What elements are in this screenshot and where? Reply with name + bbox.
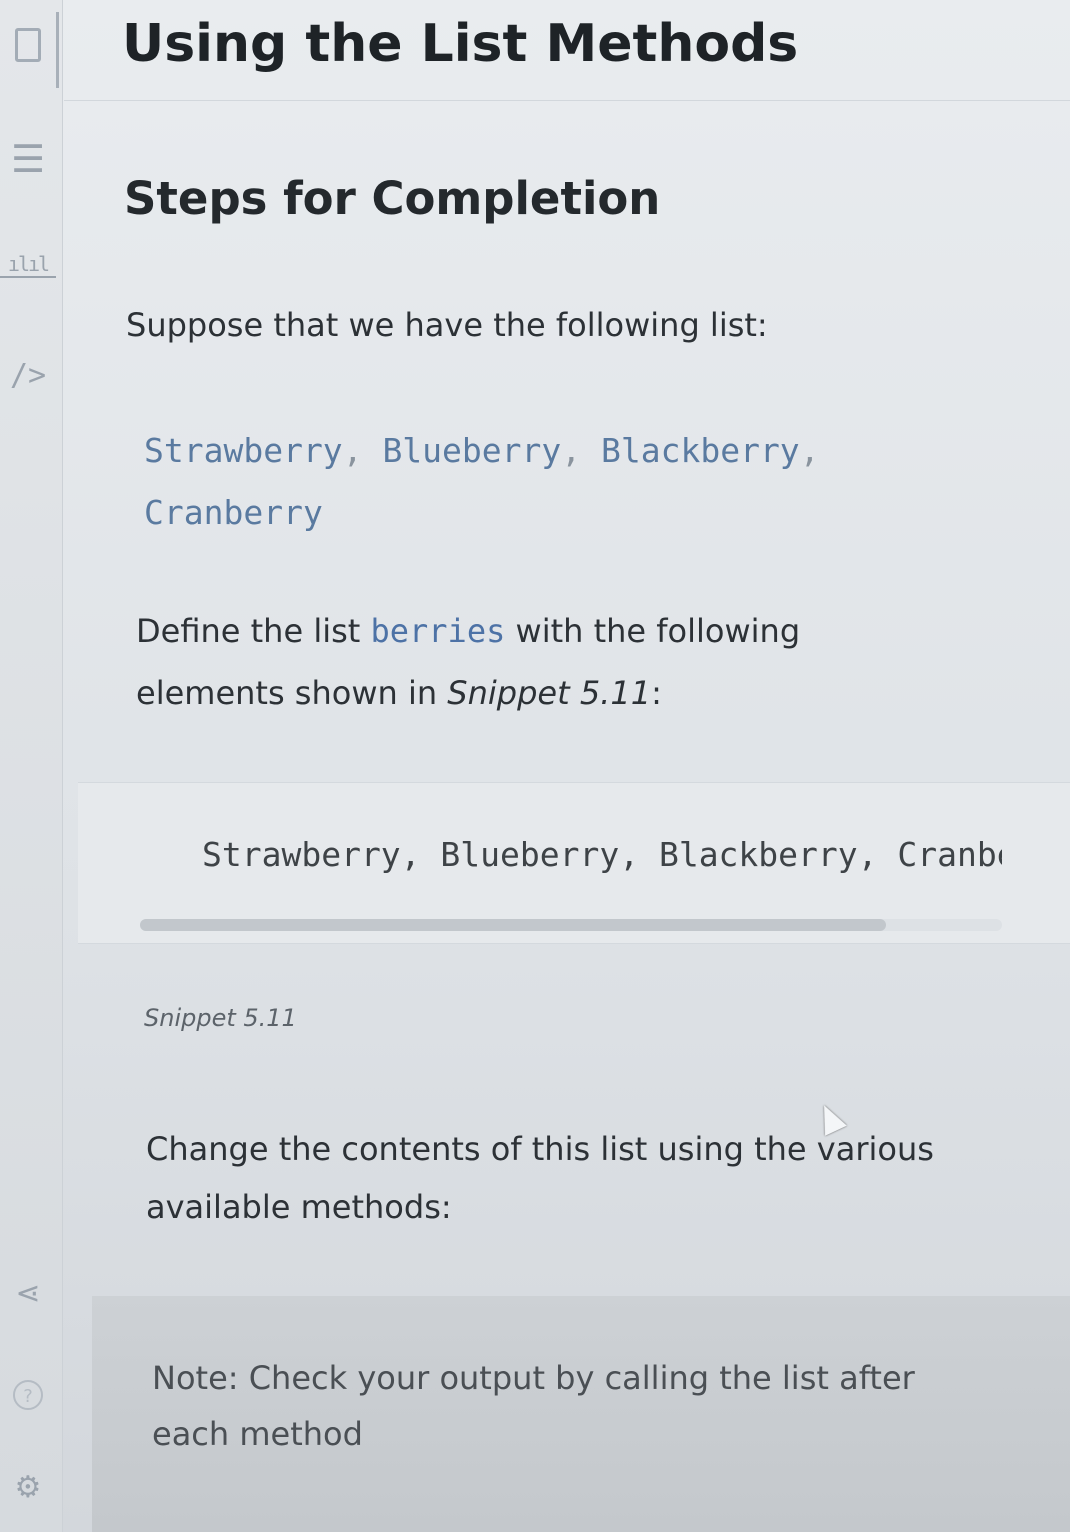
define-text: : [651, 674, 662, 712]
lesson-content: Using the List Methods Steps for Complet… [64, 0, 1070, 1532]
app-window: ☰ ılıl /> ⋖ ? ⚙ Using the List Methods S… [0, 0, 1070, 1532]
note-callout: Note: Check your output by calling the l… [92, 1296, 1070, 1532]
scrollbar-thumb[interactable] [140, 919, 886, 931]
define-instruction: Define the list berries with the followi… [136, 600, 936, 724]
code-snippet: Strawberry, Blueberry, Blackberry, Cranb… [78, 782, 1070, 944]
header-divider [64, 100, 1070, 101]
title-divider [56, 12, 59, 88]
snippet-reference: Snippet 5.11 [447, 674, 652, 712]
settings-icon[interactable]: ⚙ [0, 1470, 56, 1505]
note-text: Note: Check your output by calling the l… [152, 1359, 915, 1453]
inline-berry-list: Strawberry, Blueberry, Blackberry, Cranb… [144, 420, 924, 544]
list-separator: , [561, 431, 582, 470]
intro-text: Suppose that we have the following list: [126, 306, 768, 344]
menu-icon[interactable]: ☰ [0, 140, 56, 178]
list-item: Strawberry [144, 431, 343, 470]
horizontal-scrollbar[interactable] [140, 919, 1002, 931]
change-instruction: Change the contents of this list using t… [146, 1130, 934, 1226]
define-text: Define the list [136, 612, 371, 650]
list-separator: , [799, 431, 820, 470]
section-title: Steps for Completion [124, 172, 661, 225]
snippet-caption: Snippet 5.11 [144, 1004, 297, 1032]
list-item: Blueberry [382, 431, 562, 470]
list-item: Blackberry [601, 431, 800, 470]
sidebar-rail: ☰ ılıl /> ⋖ ? ⚙ [0, 0, 63, 1532]
help-icon[interactable]: ? [0, 1380, 56, 1410]
share-icon[interactable]: ⋖ [0, 1276, 56, 1311]
snippet-code-line[interactable]: Strawberry, Blueberry, Blackberry, Cranb… [202, 835, 1002, 874]
list-separator: , [342, 431, 363, 470]
list-item: Cranberry [144, 493, 323, 532]
chart-icon[interactable]: ılıl [0, 252, 56, 278]
page-title: Using the List Methods [122, 14, 799, 74]
document-icon[interactable] [0, 28, 56, 66]
inline-code-berries: berries [370, 612, 506, 650]
code-icon[interactable]: /> [0, 358, 56, 393]
